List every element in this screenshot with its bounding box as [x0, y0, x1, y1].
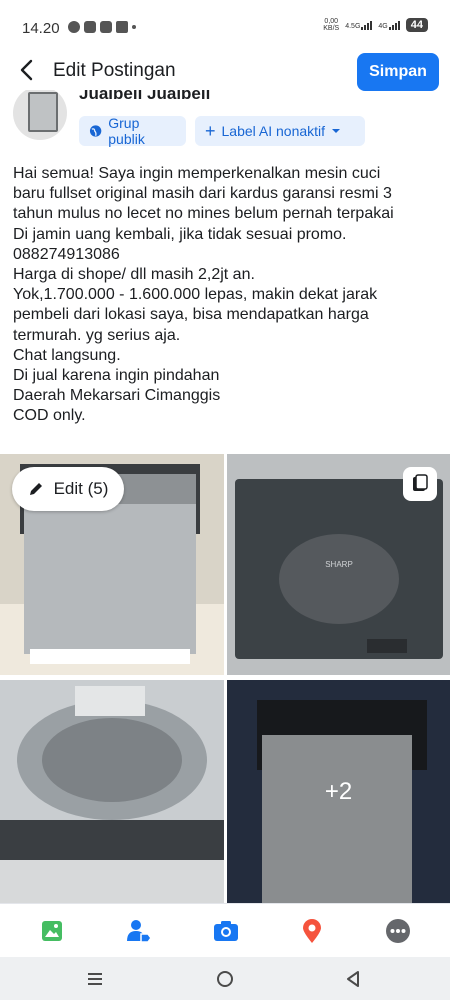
- battery-icon: 44: [405, 18, 428, 32]
- post-text-line: termurah. yg serius aja.: [13, 326, 181, 344]
- post-text-line: pembeli dari lokasi saya, bisa mendapatk…: [13, 306, 369, 324]
- more-photos-overlay[interactable]: +2: [227, 680, 450, 903]
- photo-icon: [42, 921, 62, 941]
- home-button[interactable]: [213, 967, 237, 991]
- chat-icon: [84, 21, 96, 33]
- pencil-icon: [29, 483, 42, 495]
- system-nav-bar: [0, 957, 450, 1000]
- arrow-left-icon: [20, 59, 33, 81]
- tag-product-icon: [413, 474, 428, 491]
- more-icon: [386, 919, 410, 943]
- post-text-line: tahun mulus no lecet no mines belum pern…: [13, 205, 394, 223]
- back-button[interactable]: [14, 56, 42, 84]
- post-text-line: Chat langsung.: [13, 346, 121, 364]
- check-in-button[interactable]: [297, 916, 327, 946]
- location-icon: [303, 919, 321, 943]
- page-title: Edit Postingan: [53, 60, 176, 81]
- more-options-button[interactable]: [383, 916, 413, 946]
- status-bar: 14.20 0,00 KB/S 4.5G 4G 44: [0, 0, 450, 52]
- plus-icon: +: [205, 121, 216, 141]
- app-bar: Edit Postingan Simpan: [0, 52, 450, 91]
- camera-button[interactable]: [211, 916, 241, 946]
- net-speed: 0,00 KB/S: [323, 18, 340, 32]
- signal-sim2-icon: 4G: [378, 20, 400, 30]
- recent-apps-button[interactable]: [83, 967, 107, 991]
- edit-photos-label: Edit (5): [53, 479, 109, 498]
- notification-icons: [68, 21, 136, 33]
- author-name: Jualbeli Jualbeli: [79, 90, 211, 103]
- photo-3[interactable]: [0, 680, 224, 903]
- save-button[interactable]: Simpan: [357, 53, 439, 91]
- post-text-line: Hai semua! Saya ingin memperkenalkan mes…: [13, 165, 381, 182]
- system-back-button[interactable]: [341, 967, 365, 991]
- post-text-line: 088274913086: [13, 245, 120, 263]
- tag-people-button[interactable]: [124, 916, 154, 946]
- tag-people-icon: [127, 920, 152, 943]
- audience-label: Grup publik: [108, 115, 145, 147]
- status-time: 14.20: [22, 20, 60, 37]
- caret-down-icon: [332, 129, 341, 133]
- ai-label-selector[interactable]: + Label AI nonaktif: [195, 116, 365, 146]
- camera-icon: [214, 921, 238, 941]
- post-text-line: Daerah Mekarsari Cimanggis: [13, 387, 221, 405]
- folder-icon: [100, 21, 112, 33]
- post-text-editor[interactable]: Hai semua! Saya ingin memperkenalkan mes…: [13, 164, 438, 427]
- more-notifications-icon: [132, 25, 136, 29]
- audience-selector[interactable]: Grup publik: [79, 115, 186, 147]
- post-text-line: COD only.: [13, 407, 86, 425]
- avatar-washing-machine-image: [28, 92, 58, 132]
- add-photo-button[interactable]: [37, 916, 67, 946]
- ai-label-text: Label AI nonaktif: [221, 123, 326, 139]
- triangle-back-icon: [347, 971, 359, 987]
- menu-lines-icon: [88, 973, 102, 985]
- globe-icon: [89, 125, 102, 137]
- avatar[interactable]: [13, 90, 67, 140]
- post-text-line: Di jual karena ingin pindahan: [13, 367, 220, 385]
- composer-toolbar: [0, 903, 450, 958]
- whatsapp-icon: [68, 21, 80, 33]
- edit-photos-button[interactable]: Edit (5): [12, 467, 124, 511]
- author-row: Jualbeli Jualbeli Grup publik + Label AI…: [0, 90, 450, 152]
- post-text-line: baru fullset original masih dari kardus …: [13, 185, 392, 203]
- signal-sim1-icon: 4.5G: [345, 20, 373, 30]
- facebook-icon: [116, 21, 128, 33]
- post-text-line: Harga di shope/ dll masih 2,2jt an.: [13, 266, 255, 284]
- home-circle-icon: [217, 971, 233, 987]
- brand-text: SHARP: [325, 560, 353, 569]
- washing-machine-drum-image: [0, 680, 224, 903]
- tag-photo-button[interactable]: [403, 467, 437, 501]
- post-text-line: Di jamin uang kembali, jika tidak sesuai…: [13, 225, 347, 243]
- post-text-line: Yok,1.700.000 - 1.600.000 lepas, makin d…: [13, 286, 378, 304]
